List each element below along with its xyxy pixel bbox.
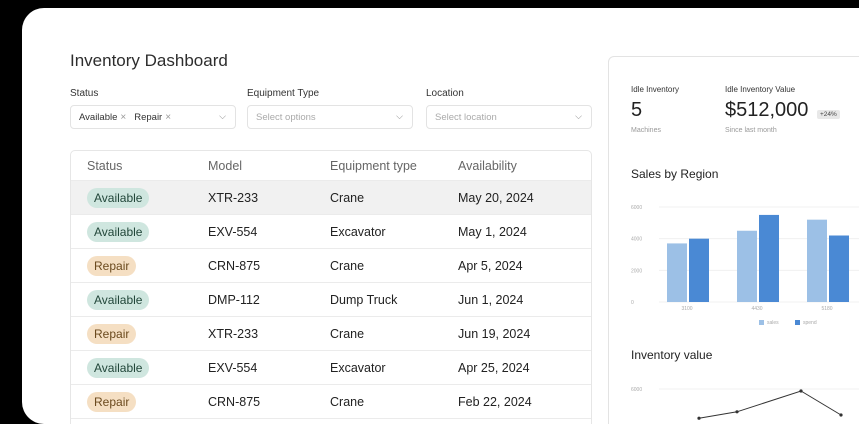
- idle-value-sub: Since last month: [725, 127, 777, 134]
- availability-cell: May 20, 2024: [458, 190, 534, 205]
- model-cell: EXV-554: [208, 224, 258, 239]
- status-badge: Repair: [87, 391, 137, 412]
- bar-sales[interactable]: [737, 230, 757, 302]
- type-cell: Crane: [330, 394, 365, 409]
- legend-label-sales: sales: [767, 320, 779, 326]
- remove-chip-icon[interactable]: ×: [120, 112, 126, 123]
- x-tick-label: 4430: [751, 306, 762, 312]
- table-row[interactable]: Repair XTR-233 Crane Jun 19, 2024: [71, 317, 591, 351]
- x-tick-label: 5180: [821, 306, 832, 312]
- y-tick-label: 6000: [631, 205, 642, 211]
- status-filter-label: Status: [70, 88, 99, 99]
- model-cell: XTR-233: [208, 190, 259, 205]
- chip-available[interactable]: Available ×: [79, 112, 126, 123]
- column-header[interactable]: Model: [208, 159, 242, 173]
- bar-spend[interactable]: [829, 235, 849, 303]
- type-cell: Crane: [330, 190, 365, 205]
- model-cell: EXV-554: [208, 360, 258, 375]
- type-cell: Crane: [330, 326, 365, 341]
- chip-repair[interactable]: Repair ×: [134, 112, 171, 123]
- y-tick-label: 6000: [631, 387, 642, 393]
- idle-inventory-label: Idle Inventory: [631, 85, 680, 94]
- inventory-value-chart: 6000: [631, 387, 859, 420]
- type-cell: Dump Truck: [330, 292, 398, 307]
- idle-value-label: Idle Inventory Value: [725, 85, 796, 94]
- bar-sales[interactable]: [667, 243, 687, 302]
- column-header[interactable]: Status: [87, 159, 122, 173]
- app-frame: Inventory Dashboard Status Available × Re…: [22, 8, 859, 424]
- equipment-type-select[interactable]: Select options ⌵: [247, 105, 413, 129]
- status-badge: Repair: [87, 255, 137, 276]
- summary-panel: Idle Inventory 5 Machines Idle Inventory…: [608, 56, 859, 424]
- legend-swatch-sales: [759, 320, 764, 325]
- data-point[interactable]: [799, 389, 803, 393]
- availability-cell: Apr 5, 2024: [458, 258, 523, 273]
- model-cell: CRN-875: [208, 394, 261, 409]
- availability-cell: Jun 19, 2024: [458, 326, 531, 341]
- chevron-down-icon[interactable]: ⌵: [219, 111, 226, 122]
- status-badge: Available: [87, 221, 150, 242]
- table-header-row: Status Model Equipment type Availability: [71, 151, 591, 181]
- idle-inventory-value: 5: [631, 99, 643, 121]
- status-badge: Available: [87, 187, 150, 208]
- status-filter[interactable]: Available × Repair × ⌵: [70, 105, 236, 129]
- status-badge: Repair: [87, 323, 137, 344]
- inventory-chart-title: Inventory value: [631, 348, 713, 362]
- type-cell: Crane: [330, 258, 365, 273]
- availability-cell: Jun 1, 2024: [458, 292, 524, 307]
- page-title: Inventory Dashboard: [70, 51, 228, 70]
- data-point[interactable]: [697, 416, 701, 420]
- y-tick-label: 2000: [631, 268, 642, 274]
- table-row[interactable]: Repair CRN-875 Crane Apr 5, 2024: [71, 249, 591, 283]
- equipment-type-placeholder: Select options: [256, 111, 316, 123]
- status-badge: Available: [87, 357, 150, 378]
- model-cell: DMP-112: [208, 292, 260, 307]
- location-placeholder: Select location: [435, 111, 497, 123]
- idle-value-amount: $512,000: [725, 99, 809, 121]
- type-cell: Excavator: [330, 224, 386, 239]
- y-tick-label: 4000: [631, 237, 642, 243]
- column-header[interactable]: Availability: [458, 159, 517, 173]
- location-filter-label: Location: [426, 88, 464, 99]
- status-badge: Available: [87, 289, 150, 310]
- table-row[interactable]: Available DMP-112 Dump Truck Jun 1, 2024: [71, 283, 591, 317]
- bar-spend[interactable]: [759, 214, 779, 302]
- table-row[interactable]: Available EXV-554 Excavator May 1, 2024: [71, 215, 591, 249]
- sales-chart-title: Sales by Region: [631, 167, 719, 181]
- bar-spend[interactable]: [689, 238, 709, 302]
- legend-label-spend: spend: [803, 320, 817, 326]
- sales-by-region-chart: 6000 4000 2000 0 3100 4430 5180 sales spend: [631, 205, 859, 326]
- table-row[interactable]: Available EXV-554 Excavator Apr 25, 2024: [71, 351, 591, 385]
- table-row[interactable]: Repair CRN-875 Crane Feb 22, 2024: [71, 385, 591, 419]
- location-select[interactable]: Select location ⌵: [426, 105, 592, 129]
- inventory-table: Status Model Equipment type Availability…: [70, 150, 592, 424]
- availability-cell: Feb 22, 2024: [458, 394, 532, 409]
- chevron-down-icon[interactable]: ⌵: [575, 111, 582, 122]
- remove-chip-icon[interactable]: ×: [165, 112, 171, 123]
- model-cell: XTR-233: [208, 326, 259, 341]
- equipment-type-filter-label: Equipment Type: [247, 88, 320, 99]
- change-badge: +24%: [817, 110, 840, 119]
- table-row[interactable]: Available XTR-233 Crane May 20, 2024: [71, 181, 591, 215]
- data-point[interactable]: [735, 410, 739, 414]
- availability-cell: May 1, 2024: [458, 224, 527, 239]
- idle-inventory-sub: Machines: [631, 127, 661, 134]
- column-header[interactable]: Equipment type: [330, 159, 417, 173]
- y-tick-label: 0: [631, 300, 634, 306]
- x-tick-label: 3100: [681, 306, 692, 312]
- data-point[interactable]: [839, 413, 843, 417]
- availability-cell: Apr 25, 2024: [458, 360, 530, 375]
- chevron-down-icon[interactable]: ⌵: [396, 111, 403, 122]
- type-cell: Excavator: [330, 360, 386, 375]
- bar-sales[interactable]: [807, 219, 827, 302]
- series-line: [698, 390, 842, 419]
- legend-swatch-spend: [795, 320, 800, 325]
- model-cell: CRN-875: [208, 258, 261, 273]
